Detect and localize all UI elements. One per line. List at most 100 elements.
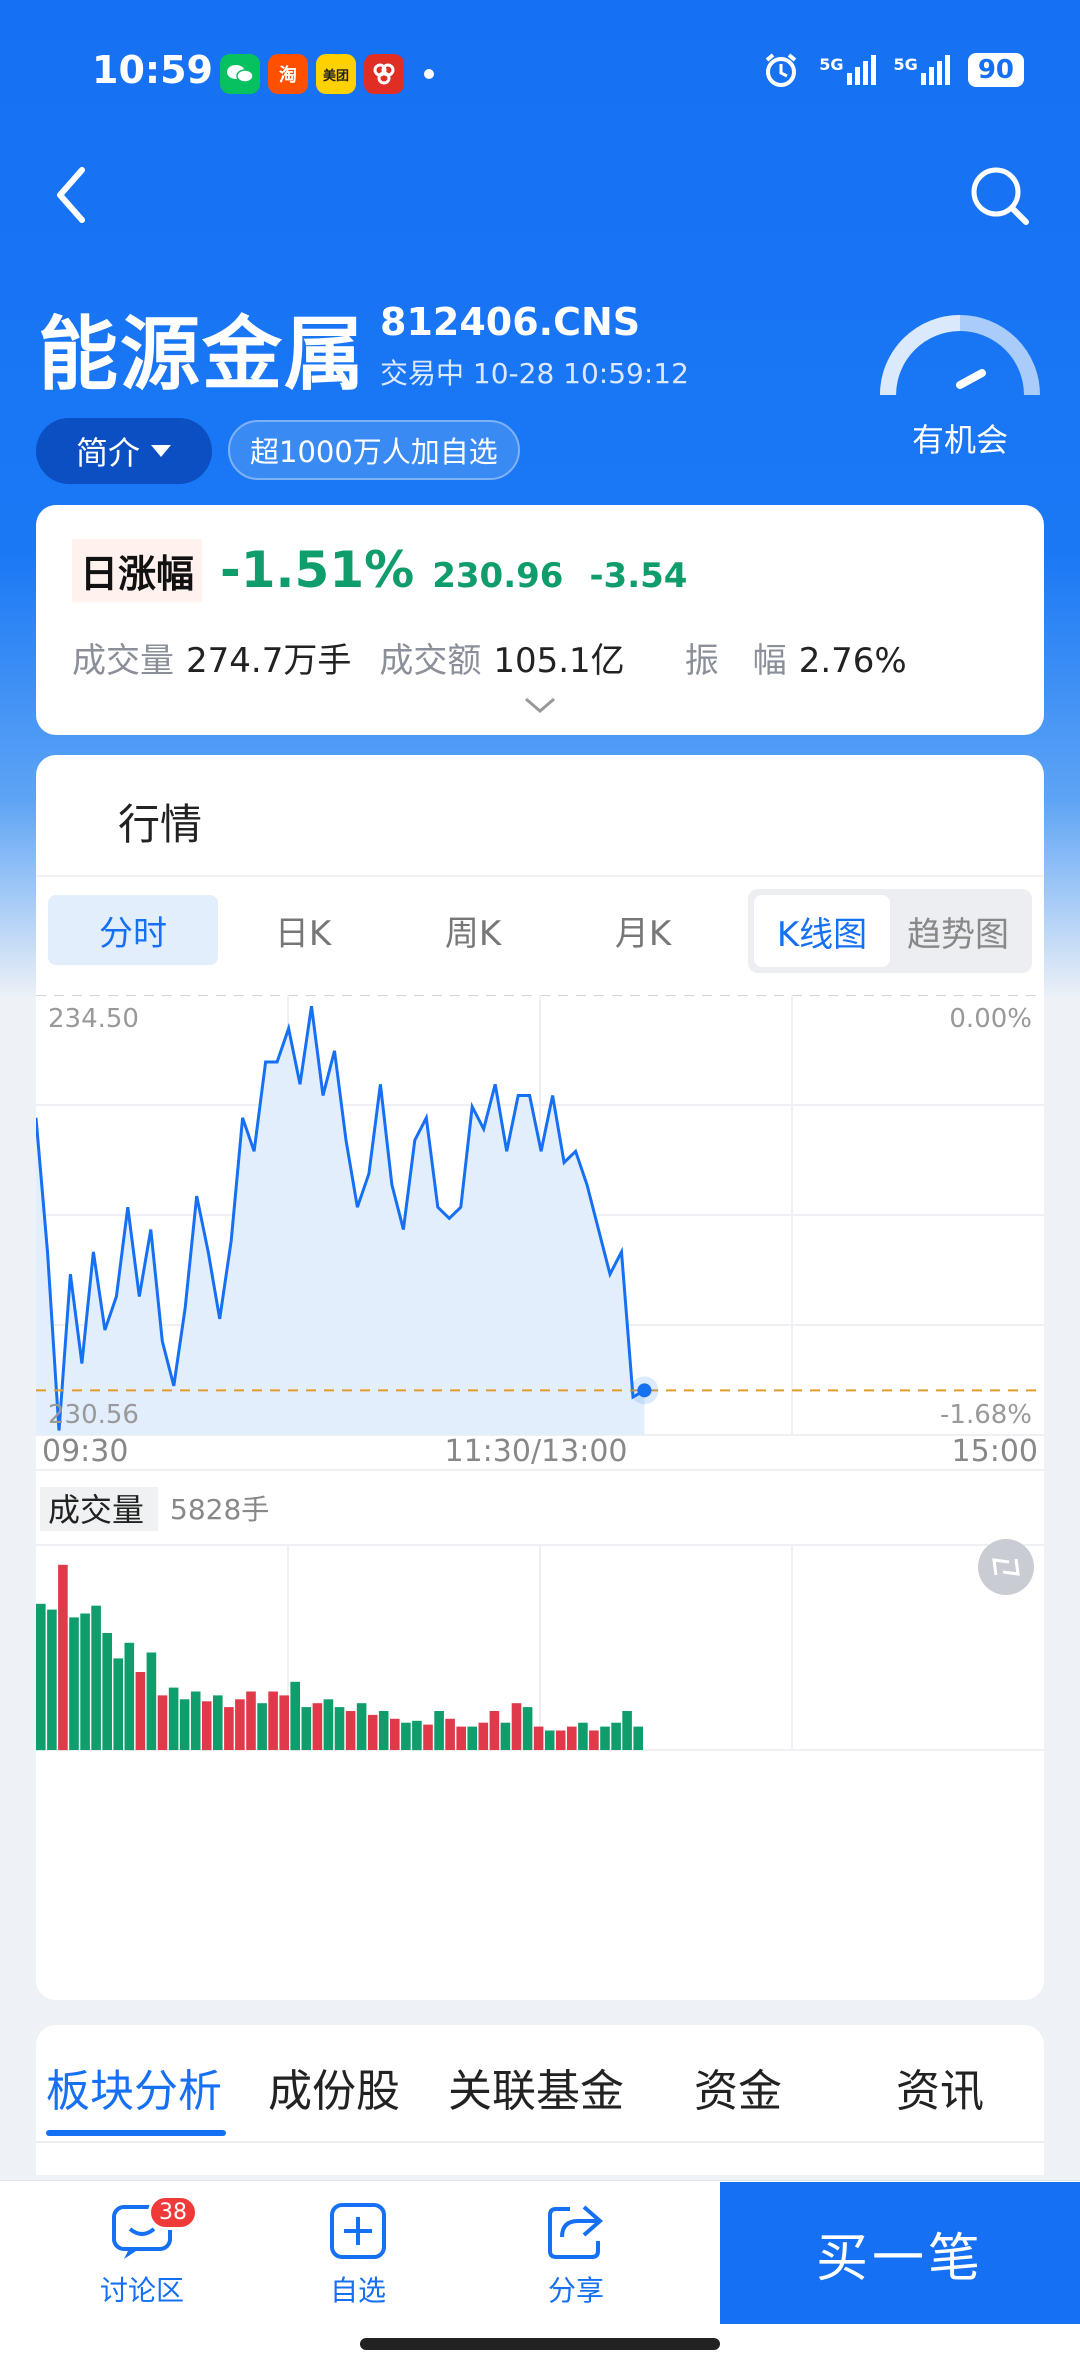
volume-bar xyxy=(500,1722,511,1750)
volume-bar xyxy=(201,1701,212,1751)
volume-bar xyxy=(179,1699,190,1750)
tab-related-funds[interactable]: 关联基金 xyxy=(448,2055,624,2119)
chevron-down-icon[interactable] xyxy=(522,693,558,717)
alarm-icon xyxy=(766,53,797,87)
volume-bar xyxy=(555,1730,566,1750)
more-notifications-dot xyxy=(424,69,434,79)
intro-dropdown-button[interactable]: 简介 xyxy=(36,418,212,484)
quote-card: 日涨幅 -1.51% 230.96 -3.54 成交量 274.7万手 成交额 … xyxy=(36,505,1044,735)
tab-news[interactable]: 资讯 xyxy=(896,2055,984,2119)
expand-icon[interactable] xyxy=(978,1539,1034,1595)
home-indicator[interactable] xyxy=(360,2338,720,2350)
wechat-icon xyxy=(220,54,260,94)
tab-constituents[interactable]: 成份股 xyxy=(268,2055,400,2119)
amplitude-value: 2.76% xyxy=(798,641,907,681)
volume-bar xyxy=(323,1699,334,1750)
favorite-count-badge[interactable]: 超1000万人加自选 xyxy=(228,420,520,480)
active-tab-indicator xyxy=(46,2130,226,2136)
volume-bar xyxy=(213,1695,223,1750)
volume-bar xyxy=(412,1720,422,1751)
volume-bar xyxy=(456,1726,466,1750)
volume-bar xyxy=(367,1714,378,1750)
volume-bar xyxy=(522,1707,533,1750)
volume-bar xyxy=(80,1613,90,1750)
volume-bar xyxy=(478,1722,489,1750)
tab-daily-k[interactable]: 日K xyxy=(218,895,388,965)
volume-bar xyxy=(135,1672,146,1750)
volume-bar xyxy=(401,1722,411,1750)
volume-bar xyxy=(268,1691,278,1750)
x-axis-label-close: 15:00 xyxy=(952,1434,1038,1469)
volume-bar xyxy=(102,1633,112,1750)
battery-indicator: 90 xyxy=(967,53,1024,87)
discussion-button[interactable]: 38 讨论区 xyxy=(82,2195,202,2309)
signal-2-icon: 5G xyxy=(894,55,950,85)
add-square-icon xyxy=(330,2203,386,2259)
gauge-label[interactable]: 有机会 xyxy=(880,415,1040,461)
last-price: 230.96 xyxy=(432,556,564,596)
volume-bar xyxy=(157,1695,168,1750)
stock-code: 812406.CNS xyxy=(380,300,641,344)
last-price-halo xyxy=(630,1376,659,1405)
volume-bar xyxy=(533,1726,544,1750)
volume-bar xyxy=(578,1722,588,1750)
tab-sector-analysis[interactable]: 板块分析 xyxy=(46,2055,222,2119)
volume-bar xyxy=(622,1711,632,1750)
volume-bar xyxy=(290,1681,300,1751)
pct-axis-bottom-label: -1.68% xyxy=(940,1400,1032,1430)
status-right: 5G 5G 90 xyxy=(761,50,1024,90)
turnover-value: 105.1亿 xyxy=(493,641,625,681)
volume-bar xyxy=(544,1730,555,1750)
volume-bar xyxy=(124,1642,135,1751)
share-button[interactable]: 分享 xyxy=(516,2201,636,2309)
tab-funds-flow[interactable]: 资金 xyxy=(694,2055,782,2119)
volume-bar xyxy=(589,1730,599,1750)
back-arrow-icon[interactable] xyxy=(46,160,98,230)
discussion-label: 讨论区 xyxy=(99,2274,184,2307)
add-favorite-button[interactable]: 自选 xyxy=(298,2201,418,2309)
volume-bar xyxy=(445,1718,455,1750)
divider xyxy=(36,875,1044,877)
x-axis-label-midday: 11:30/13:00 xyxy=(444,1434,627,1469)
opportunity-gauge-icon[interactable] xyxy=(870,305,1050,405)
volume-bar xyxy=(190,1691,201,1750)
turnover-label: 成交额 xyxy=(379,641,482,681)
tab-weekly-k[interactable]: 周K xyxy=(388,895,558,965)
pct-axis-top-label: 0.00% xyxy=(949,1004,1032,1034)
intro-label: 简介 xyxy=(75,434,140,472)
search-icon[interactable] xyxy=(964,160,1034,230)
volume-bar xyxy=(600,1726,610,1750)
volume-bar xyxy=(390,1718,400,1750)
volume-bar xyxy=(633,1726,643,1750)
volume-bar xyxy=(356,1703,367,1750)
volume-bar xyxy=(511,1703,522,1750)
period-tabs: 分时 日K 周K 月K xyxy=(48,895,728,965)
tab-monthly-k[interactable]: 月K xyxy=(558,895,728,965)
share-label: 分享 xyxy=(547,2274,604,2307)
volume-bar xyxy=(47,1609,57,1750)
y-axis-top-label: 234.50 xyxy=(48,1004,139,1034)
volume-bar xyxy=(279,1695,289,1750)
volume-value: 274.7万手 xyxy=(186,641,352,681)
trade-status: 交易中 10-28 10:59:12 xyxy=(380,357,689,390)
signal-1-icon: 5G xyxy=(819,55,876,85)
volume-bar xyxy=(611,1722,621,1750)
tab-intraday[interactable]: 分时 xyxy=(48,895,218,965)
volume-bar xyxy=(36,1603,46,1751)
volume-bar xyxy=(58,1564,68,1751)
pinduoduo-icon xyxy=(364,54,404,94)
volume-bar xyxy=(69,1617,79,1750)
status-time: 10:59 xyxy=(92,48,213,92)
buy-button[interactable]: 买一笔 xyxy=(720,2182,1080,2324)
volume-bar xyxy=(489,1711,500,1750)
amplitude-label: 振 幅 xyxy=(684,641,787,681)
discussion-badge: 38 xyxy=(148,2195,198,2230)
volume-bar xyxy=(423,1724,433,1750)
toggle-trend[interactable]: 趋势图 xyxy=(890,895,1026,967)
price-change: -3.54 xyxy=(589,556,688,596)
intraday-chart[interactable]: 234.50 230.56 0.00% -1.68% 09:30 11:30/1… xyxy=(36,995,1044,1995)
daily-change-label: 日涨幅 xyxy=(72,539,203,602)
volume-bar xyxy=(345,1711,356,1750)
toggle-kline[interactable]: K线图 xyxy=(754,895,890,967)
share-icon xyxy=(548,2205,604,2259)
